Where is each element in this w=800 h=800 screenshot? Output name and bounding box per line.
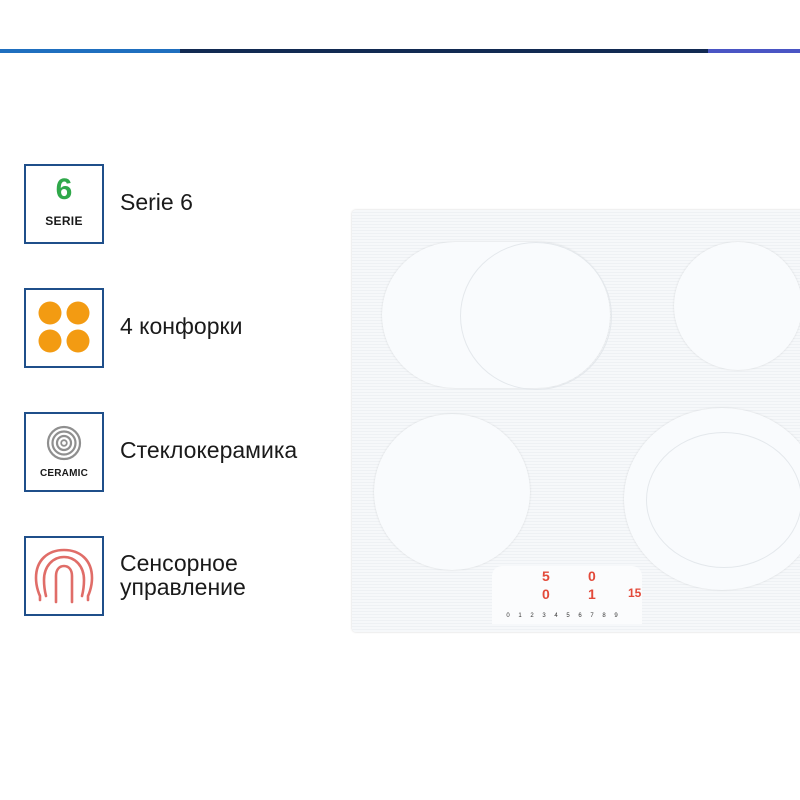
display-digit-1: 5 (542, 568, 550, 584)
cooking-zone-back-right (674, 242, 800, 370)
feature-burners: 4 конфорки (24, 288, 364, 368)
top-accent-bar (0, 49, 800, 53)
cooktop-product-image: 5 0 0 1 15 0123456789 (352, 210, 800, 632)
serie-word: SERIE (45, 214, 83, 228)
display-digit-5: 15 (628, 586, 642, 600)
cooking-zone-rear-left (374, 414, 530, 570)
four-burners-icon (24, 288, 104, 368)
ceramic-glass-icon: CERAMIC (24, 412, 104, 492)
burner-dot-2 (66, 301, 90, 325)
serie-number: 6 (55, 173, 73, 206)
burner-dot-4 (66, 329, 90, 353)
serie-6-icon: 6 SERIE (24, 164, 104, 244)
feature-label-serie: Serie 6 (120, 189, 193, 215)
feature-label-burners: 4 конфорки (120, 313, 243, 339)
feature-label-touch: Сенсорное управление (120, 550, 246, 600)
power-level-slider: 0123456789 (506, 613, 618, 619)
four-burners-graphic (38, 301, 90, 353)
cooking-zone-front-left-inner (460, 242, 612, 390)
top-accent-bar-middle (180, 49, 708, 53)
touch-control-graphic (34, 548, 94, 604)
display-digit-4: 1 (588, 586, 596, 602)
feature-touch: Сенсорное управление (24, 536, 364, 616)
top-accent-bar-left (0, 49, 180, 53)
feature-serie: 6 SERIE Serie 6 (24, 164, 364, 244)
feature-ceramic: CERAMIC Стеклокерамика (24, 412, 364, 492)
top-accent-bar-right (708, 49, 800, 53)
feature-label-ceramic: Стеклокерамика (120, 437, 298, 463)
touch-control-icon (24, 536, 104, 616)
burner-dot-1 (38, 301, 62, 325)
ceramic-word: CERAMIC (39, 468, 89, 479)
burner-dot-3 (38, 329, 62, 353)
display-digit-3: 0 (542, 586, 550, 602)
cooking-zone-rear-right-inner (646, 432, 800, 568)
display-digit-2: 0 (588, 568, 596, 584)
touch-control-panel: 5 0 0 1 15 0123456789 (492, 566, 642, 624)
